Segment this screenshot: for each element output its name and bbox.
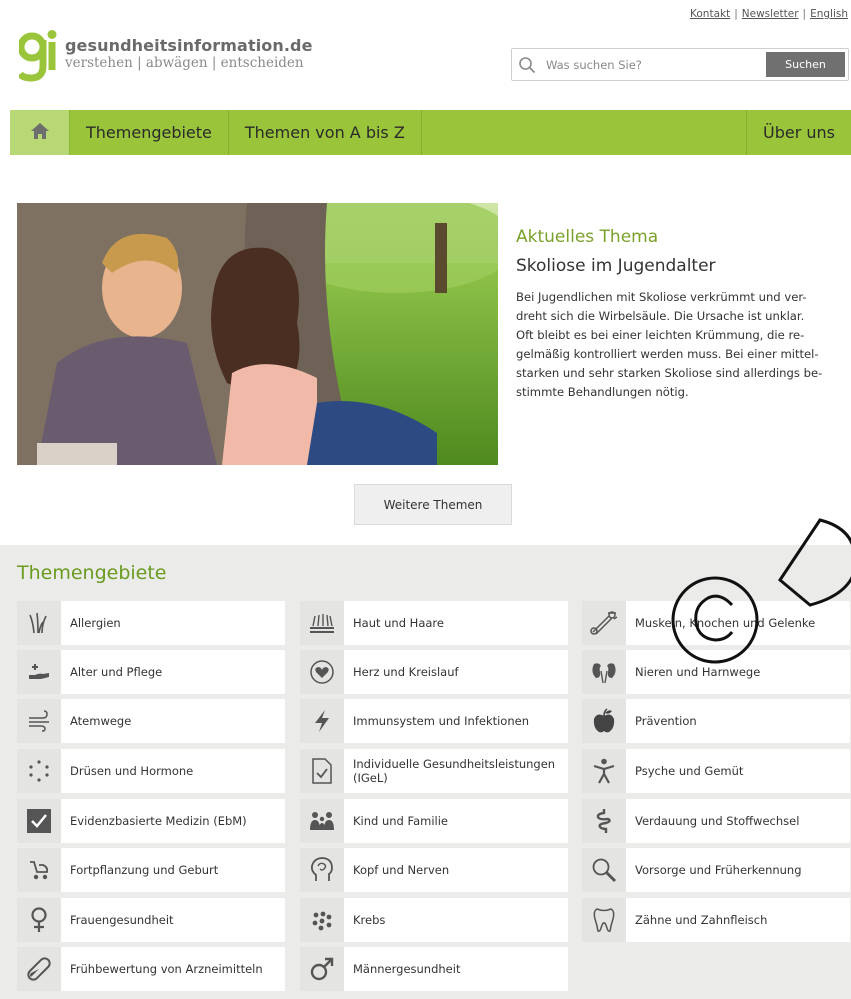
topic-label: Atemwege (70, 714, 132, 728)
topic-label: Frühbewertung von Arzneimitteln (70, 962, 263, 976)
contact-link[interactable]: Kontakt (690, 8, 730, 20)
search-button[interactable]: Suchen (766, 52, 845, 77)
topic-tile[interactable]: Frühbewertung von Arzneimitteln (17, 947, 285, 991)
stroller-icon (17, 848, 61, 892)
topic-label: Alter und Pflege (70, 665, 163, 679)
topic-tile[interactable]: Zähne und Zahnfleisch (582, 898, 850, 942)
home-icon (30, 122, 50, 144)
logo-mark (17, 30, 59, 82)
topic-tile[interactable]: Kopf und Nerven (300, 848, 568, 892)
topic-tile[interactable]: Atemwege (17, 699, 285, 743)
topic-label: Psyche und Gemüt (635, 764, 744, 778)
main-nav: Themengebiete Themen von A bis Z Über un… (10, 110, 851, 155)
kidney-icon (582, 650, 626, 694)
nav-home[interactable] (10, 110, 70, 155)
hero-title[interactable]: Skoliose im Jugendalter (516, 256, 836, 276)
topic-label: Immunsystem und Infektionen (353, 714, 529, 728)
top-links: Kontakt | Newsletter | English (690, 8, 848, 20)
topic-tile[interactable]: Nieren und Harnwege (582, 650, 850, 694)
newsletter-link[interactable]: Newsletter (742, 8, 799, 20)
female-icon (17, 898, 61, 942)
nav-themengebiete[interactable]: Themengebiete (70, 110, 229, 155)
topic-tile[interactable]: Fortpflanzung und Geburt (17, 848, 285, 892)
magnifier-icon (582, 848, 626, 892)
topic-label: Kopf und Nerven (353, 863, 450, 877)
nav-ueber-uns[interactable]: Über uns (746, 110, 851, 155)
document-check-icon (300, 749, 344, 793)
topic-label: Frauengesundheit (70, 913, 174, 927)
topic-tile[interactable]: Frauengesundheit (17, 898, 285, 942)
dots-circle-icon (17, 749, 61, 793)
topic-tile[interactable]: Herz und Kreislauf (300, 650, 568, 694)
topic-label: Muskeln, Knochen und Gelenke (635, 616, 816, 630)
skin-hair-icon (300, 601, 344, 645)
topic-tile[interactable]: Krebs (300, 898, 568, 942)
intestine-icon (582, 799, 626, 843)
bone-icon (582, 601, 626, 645)
topic-label: Individuelle Gesundheitsleistungen (IGeL… (353, 757, 556, 785)
topic-tile[interactable]: Drüsen und Hormone (17, 749, 285, 793)
topic-label: Kind und Familie (353, 814, 448, 828)
topic-tile[interactable]: Individuelle Gesundheitsleistungen (IGeL… (300, 749, 568, 793)
search-box: Suchen (511, 48, 849, 81)
heart-icon (300, 650, 344, 694)
topic-label: Verdauung und Stoffwechsel (635, 814, 800, 828)
logo-tagline: verstehen | abwägen | entscheiden (65, 55, 304, 71)
topic-label: Allergien (70, 616, 121, 630)
search-input[interactable] (542, 50, 760, 79)
topic-tile[interactable]: Muskeln, Knochen und Gelenke (582, 601, 850, 645)
topic-label: Krebs (353, 913, 386, 927)
hero-image[interactable] (17, 203, 498, 465)
topic-label: Fortpflanzung und Geburt (70, 863, 219, 877)
english-link[interactable]: English (810, 8, 848, 20)
head-icon (300, 848, 344, 892)
wind-icon (17, 699, 61, 743)
cells-icon (300, 898, 344, 942)
person-icon (582, 749, 626, 793)
topic-label: Zähne und Zahnfleisch (635, 913, 768, 927)
family-icon (300, 799, 344, 843)
topic-tile[interactable]: Evidenzbasierte Medizin (EbM) (17, 799, 285, 843)
male-icon (300, 947, 344, 991)
hero-kicker: Aktuelles Thema (516, 227, 659, 247)
care-hand-icon (17, 650, 61, 694)
grass-icon (17, 601, 61, 645)
topic-label: Drüsen und Hormone (70, 764, 194, 778)
topic-tile[interactable]: Psyche und Gemüt (582, 749, 850, 793)
topic-tile[interactable]: Haut und Haare (300, 601, 568, 645)
topic-tile[interactable]: Männergesundheit (300, 947, 568, 991)
topic-label: Evidenzbasierte Medizin (EbM) (70, 814, 247, 828)
hero-body: Bei Jugendlichen mit Skoliose verkrümmt … (516, 290, 823, 399)
topic-label: Herz und Kreislauf (353, 665, 459, 679)
tooth-icon (582, 898, 626, 942)
topic-label: Haut und Haare (353, 616, 444, 630)
nav-themen-a-z[interactable]: Themen von A bis Z (229, 110, 422, 155)
topic-tile[interactable]: Kind und Familie (300, 799, 568, 843)
more-topics-button[interactable]: Weitere Themen (354, 484, 512, 525)
topic-label: Männergesundheit (353, 962, 461, 976)
topic-tile[interactable]: Immunsystem und Infektionen (300, 699, 568, 743)
topic-label: Nieren und Harnwege (635, 665, 761, 679)
topic-label: Prävention (635, 714, 697, 728)
logo-title: gesundheitsinformation.de (65, 36, 313, 55)
topic-tile[interactable]: Prävention (582, 699, 850, 743)
lightning-icon (300, 699, 344, 743)
topics-section: Themengebiete Allergien Alter und Pflege A… (0, 545, 851, 999)
topic-tile[interactable]: Allergien (17, 601, 285, 645)
topic-tile[interactable]: Vorsorge und Früherkennung (582, 848, 850, 892)
checkbox-icon (17, 799, 61, 843)
search-icon (512, 49, 542, 80)
topic-label: Vorsorge und Früherkennung (635, 863, 802, 877)
topics-heading: Themengebiete (17, 562, 167, 584)
pill-icon (17, 947, 61, 991)
topic-tile[interactable]: Verdauung und Stoffwechsel (582, 799, 850, 843)
hero-text: Aktuelles Thema Skoliose im Jugendalter … (516, 227, 836, 402)
apple-icon (582, 699, 626, 743)
site-logo[interactable]: gesundheitsinformation.de verstehen | ab… (17, 30, 313, 82)
topic-tile[interactable]: Alter und Pflege (17, 650, 285, 694)
